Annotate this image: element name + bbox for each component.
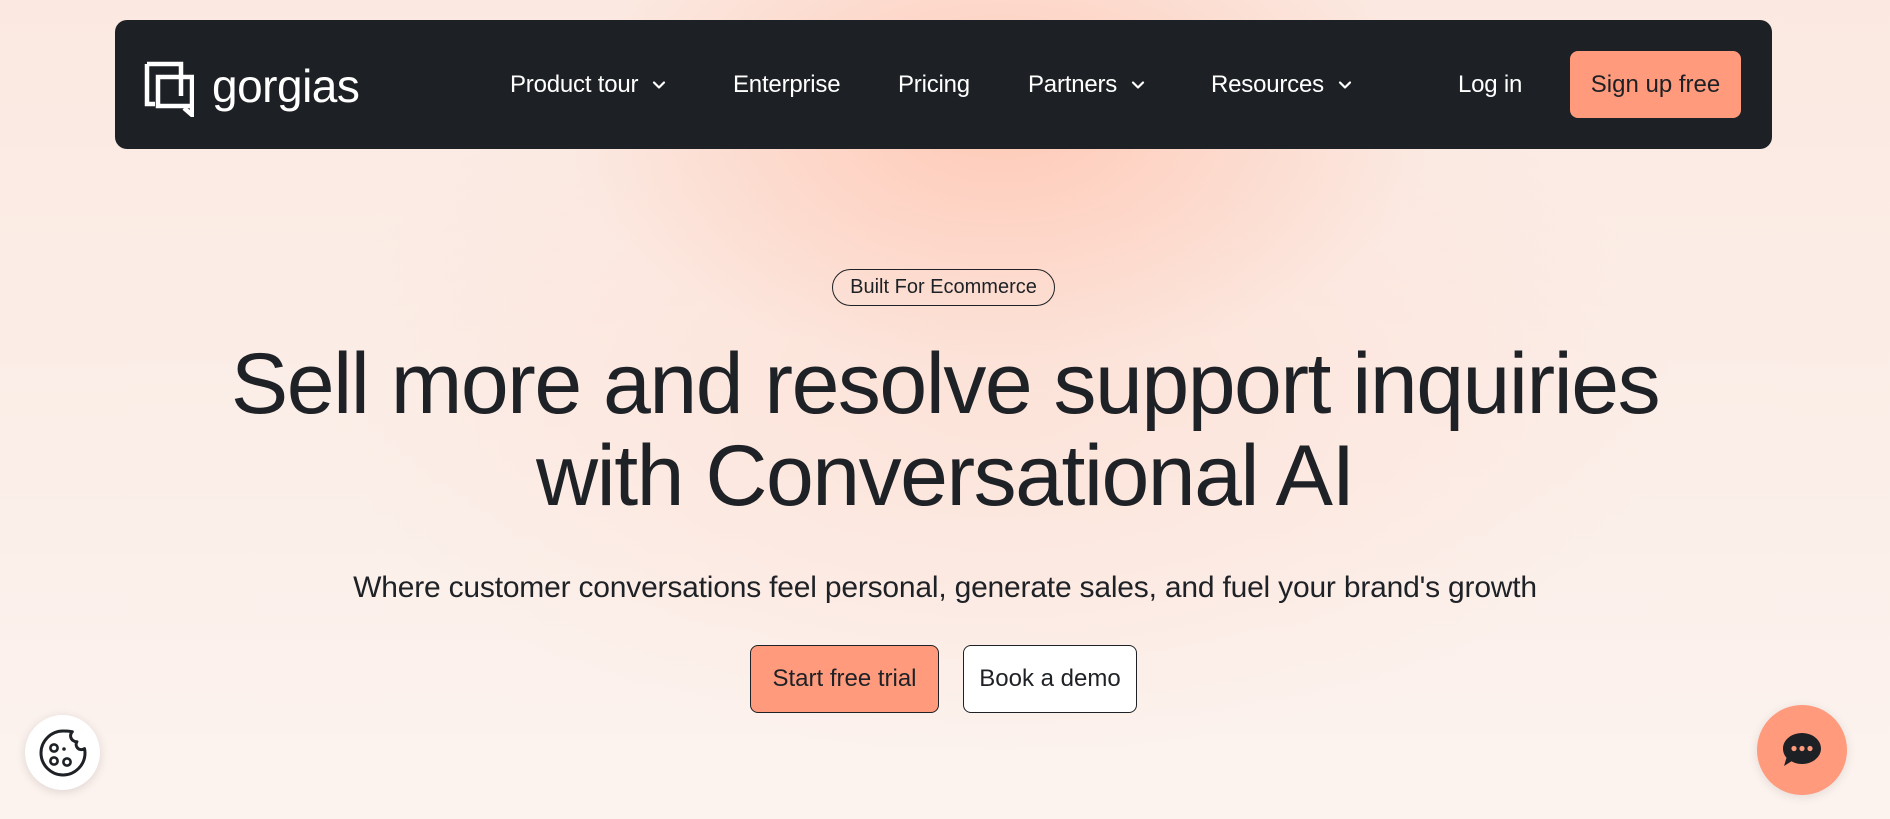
nav-item-label: Resources bbox=[1211, 70, 1324, 98]
chat-widget-button[interactable] bbox=[1757, 705, 1847, 795]
chevron-down-icon bbox=[1132, 80, 1145, 89]
chevron-down-icon bbox=[653, 80, 666, 89]
chevron-down-icon bbox=[1338, 80, 1352, 89]
nav-enterprise[interactable]: Enterprise bbox=[733, 20, 841, 149]
built-for-ecommerce-badge: Built For Ecommerce bbox=[832, 269, 1055, 306]
headline-line-1: Sell more and resolve support inquiries bbox=[230, 336, 1661, 432]
hero-headline: Sell more and resolve support inquiries … bbox=[145, 338, 1745, 522]
start-free-trial-button[interactable]: Start free trial bbox=[750, 645, 939, 713]
nav-item-label: Pricing bbox=[898, 70, 970, 98]
sign-up-button[interactable]: Sign up free bbox=[1570, 51, 1741, 118]
gorgias-logo-icon bbox=[144, 61, 194, 117]
cookie-settings-button[interactable] bbox=[25, 715, 100, 790]
login-link[interactable]: Log in bbox=[1458, 20, 1522, 149]
hero-subheadline: Where customer conversations feel person… bbox=[353, 571, 1537, 604]
cookie-icon bbox=[39, 729, 86, 776]
chat-bubble-icon bbox=[1783, 733, 1821, 766]
top-navigation-bar: gorgias Product tour Enterprise Pricing … bbox=[115, 20, 1772, 149]
nav-resources[interactable]: Resources bbox=[1211, 20, 1352, 149]
gorgias-logo[interactable]: gorgias bbox=[144, 60, 360, 117]
nav-item-label: Partners bbox=[1028, 70, 1118, 98]
headline-line-2: with Conversational AI bbox=[536, 428, 1355, 524]
nav-product-tour[interactable]: Product tour bbox=[510, 20, 666, 149]
nav-partners[interactable]: Partners bbox=[1028, 20, 1145, 149]
logo-wordmark: gorgias bbox=[212, 60, 360, 112]
nav-item-label: Enterprise bbox=[733, 70, 841, 98]
book-demo-button[interactable]: Book a demo bbox=[963, 645, 1137, 713]
nav-pricing[interactable]: Pricing bbox=[898, 20, 970, 149]
nav-item-label: Product tour bbox=[510, 70, 639, 98]
login-label: Log in bbox=[1458, 70, 1523, 98]
